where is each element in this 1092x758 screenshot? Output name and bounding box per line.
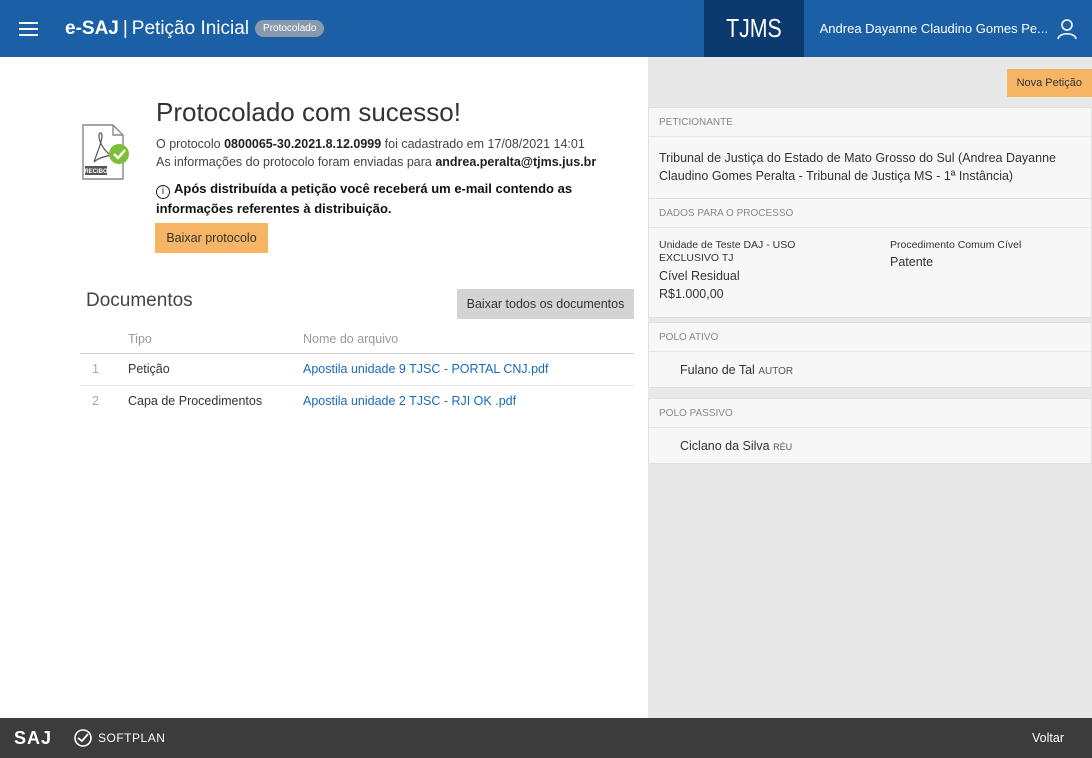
row-number: 1 — [80, 353, 128, 386]
info-icon: i — [156, 185, 170, 199]
party-role: RÉU — [773, 442, 793, 452]
saj-logo: SAJ — [14, 727, 53, 748]
party-name: Ciclano da Silva — [680, 439, 770, 453]
card-header: DADOS PARA O PROCESSO — [649, 199, 1091, 228]
col-num — [80, 325, 128, 354]
assunto-value: Patente — [890, 255, 934, 269]
back-link[interactable]: Voltar — [1032, 731, 1064, 745]
card-header: PETICIONANTE — [649, 108, 1091, 137]
document-type: Capa de Procedimentos — [128, 394, 263, 409]
download-all-documents-button[interactable]: Baixar todos os documentos — [457, 289, 634, 319]
card-header: POLO ATIVO — [649, 323, 1091, 352]
download-protocol-button[interactable]: Baixar protocolo — [155, 223, 268, 253]
row-number: 2 — [92, 394, 99, 409]
email-info-line: As informações do protocolo foram enviad… — [156, 155, 597, 169]
valor-value: R$1.000,00 — [659, 287, 724, 301]
protocol-number: 0800065-30.2021.8.12.0999 — [224, 137, 382, 151]
party-role: AUTOR — [758, 366, 794, 377]
classe-value: Cível Residual — [659, 269, 740, 283]
recibo-document-icon: RECIBO — [82, 124, 129, 180]
col-file-header: Nome do arquivo — [303, 325, 634, 354]
user-icon[interactable] — [1056, 18, 1078, 40]
card-header: POLO PASSIVO — [649, 399, 1091, 428]
document-type: Petição — [128, 353, 303, 386]
col-type-header: Tipo — [128, 325, 303, 354]
protocol-info-line: O protocolo 0800065-30.2021.8.12.0999 fo… — [156, 137, 585, 151]
polo-passivo-card: POLO PASSIVO Ciclano da Silva RÉU — [648, 398, 1092, 464]
distribution-notice: i Após distribuída a petição você receber… — [156, 181, 573, 216]
top-bar: e-SAJ | Petição Inicial Protocolado TJMS… — [0, 0, 1092, 57]
polo-ativo-card: POLO ATIVO Fulano de Tal AUTOR — [648, 322, 1092, 388]
table-row: 1 Petição Apostila unidade 9 TJSC - PORT… — [80, 353, 634, 386]
table-header-row: Tipo Nome do arquivo — [80, 325, 634, 354]
documents-table: Tipo Nome do arquivo 1 Petição Apostila … — [80, 325, 634, 417]
documents-title: Documentos — [86, 290, 193, 311]
polo-ativo-party: Fulano de Tal AUTOR — [649, 352, 1091, 377]
document-file-link[interactable]: Apostila unidade 9 TJSC - PORTAL CNJ.pdf — [303, 353, 634, 386]
email-address: andrea.peralta@tjms.jus.br — [435, 155, 597, 169]
title-separator: | — [122, 17, 128, 39]
page-title: Petição Inicial — [131, 17, 250, 39]
procedimento-value: Procedimento Comum Cível — [890, 239, 1022, 251]
app-name[interactable]: e-SAJ — [65, 18, 119, 40]
softplan-logo: SOFTPLAN — [74, 729, 165, 747]
court-logo: TJMS — [703, 0, 804, 57]
unidade-value: Unidade de Teste DAJ - USO EXCLUSIVO TJ — [659, 239, 796, 264]
footer: SAJ SOFTPLAN Voltar — [0, 718, 1092, 758]
hamburger-icon — [19, 21, 38, 36]
polo-passivo-party: Ciclano da Silva RÉU — [649, 428, 1091, 453]
svg-text:RECIBO: RECIBO — [84, 169, 108, 175]
new-petition-button[interactable]: Nova Petição — [1006, 69, 1092, 97]
peticionante-text: Tribunal de Justiça do Estado de Mato Gr… — [649, 137, 1091, 185]
softplan-icon — [74, 729, 92, 747]
party-name: Fulano de Tal — [680, 363, 755, 377]
success-title: Protocolado com sucesso! — [156, 97, 461, 127]
document-file-link[interactable]: Apostila unidade 2 TJSC - RJI OK .pdf — [303, 385, 634, 417]
status-badge: Protocolado — [255, 20, 325, 37]
hamburger-menu-button[interactable] — [0, 0, 57, 57]
dados-processo-card: DADOS PARA O PROCESSO Unidade de Teste D… — [648, 198, 1092, 318]
side-panel: Nova Petição PETICIONANTE Tribunal de Ju… — [648, 57, 1092, 718]
user-name[interactable]: Andrea Dayanne Claudino Gomes Pe... — [820, 21, 1048, 36]
table-row: 2 Capa de Procedimentos Apostila unidade… — [80, 385, 634, 417]
